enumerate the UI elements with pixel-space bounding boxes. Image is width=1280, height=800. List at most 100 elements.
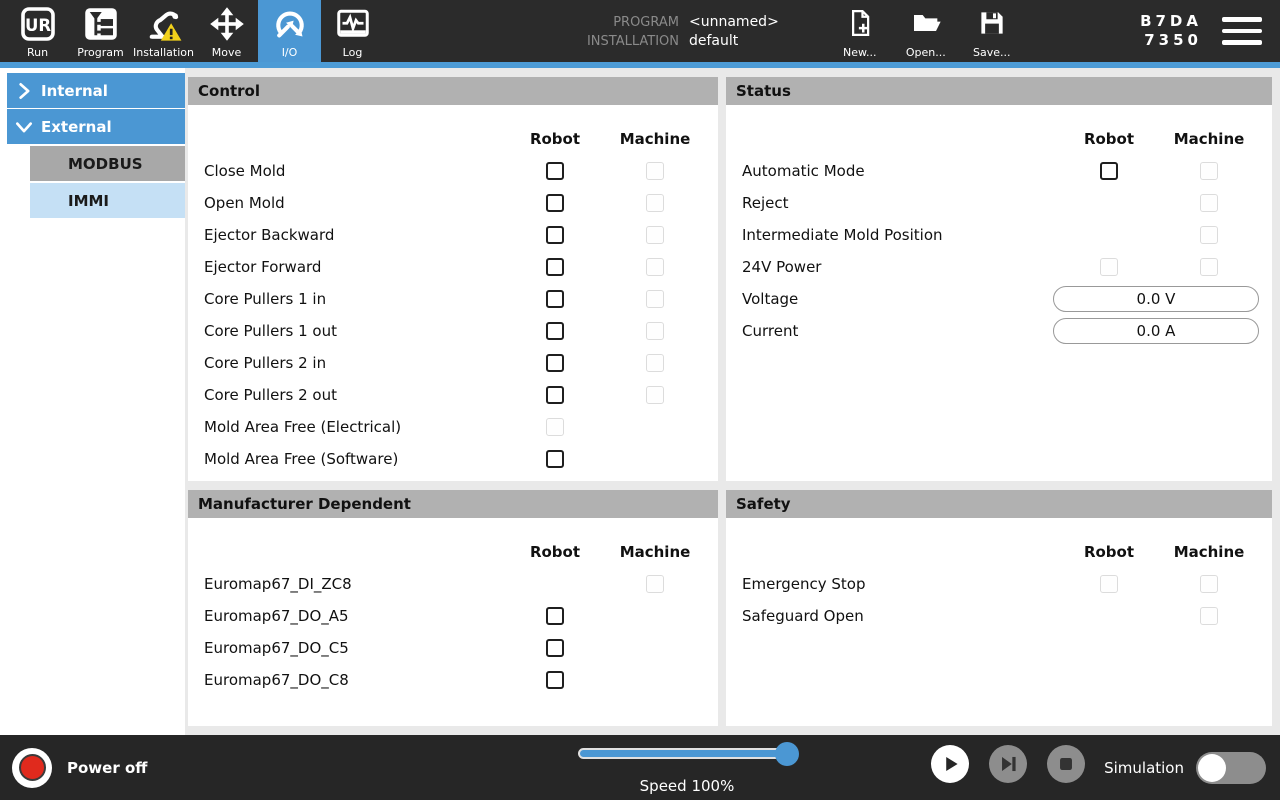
speed-slider[interactable] <box>578 748 796 759</box>
sidebar-item-external[interactable]: External <box>7 109 185 144</box>
machine-column-header: Machine <box>605 543 705 561</box>
robot-checkbox[interactable] <box>546 354 564 372</box>
machine-checkbox <box>646 575 664 593</box>
robot-checkbox[interactable] <box>546 450 564 468</box>
row-label: Intermediate Mold Position <box>742 226 1059 244</box>
simulation-toggle-knob[interactable] <box>1198 754 1226 782</box>
robot-checkbox[interactable] <box>546 671 564 689</box>
robot-cell <box>505 194 605 212</box>
machine-cell <box>1159 226 1259 244</box>
open-program-button[interactable]: Open... <box>900 0 952 62</box>
robot-cell <box>505 386 605 404</box>
machine-checkbox <box>646 162 664 180</box>
row-label: Emergency Stop <box>742 575 1059 593</box>
robot-checkbox[interactable] <box>1100 162 1118 180</box>
robot-cell <box>505 450 605 468</box>
robot-cell <box>505 226 605 244</box>
file-actions: New... Open... Save... <box>834 0 1018 62</box>
power-status-icon[interactable] <box>12 748 52 788</box>
stop-icon <box>1053 751 1079 777</box>
sidebar-item-modbus[interactable]: MODBUS <box>30 146 185 181</box>
io-row: Mold Area Free (Software) <box>204 443 705 475</box>
hamburger-menu-icon[interactable] <box>1222 17 1262 45</box>
machine-checkbox <box>1200 575 1218 593</box>
speed-slider-thumb[interactable] <box>775 742 799 766</box>
value-field: 0.0 V <box>1053 286 1259 312</box>
sidebar-item-internal[interactable]: Internal <box>7 73 185 108</box>
robot-checkbox[interactable] <box>546 194 564 212</box>
row-label: 24V Power <box>742 258 1059 276</box>
step-button[interactable] <box>989 745 1027 783</box>
machine-checkbox <box>646 322 664 340</box>
value-field: 0.0 A <box>1053 318 1259 344</box>
robot-serial-line1: B7DA <box>1140 12 1202 31</box>
tab-io[interactable]: I/O <box>258 0 321 62</box>
tab-installation[interactable]: Installation <box>132 0 195 62</box>
io-row: Intermediate Mold Position <box>742 219 1259 251</box>
panel-manufacturer: Manufacturer Dependent Robot Machine Eur… <box>188 490 718 726</box>
robot-checkbox[interactable] <box>546 639 564 657</box>
robot-checkbox[interactable] <box>546 258 564 276</box>
panel-safety: Safety Robot Machine Emergency StopSafeg… <box>726 490 1272 726</box>
panel-status: Status Robot Machine Automatic ModeRejec… <box>726 77 1272 481</box>
tab-log[interactable]: Log <box>321 0 384 62</box>
new-file-icon <box>845 0 875 46</box>
sidebar-internal-label: Internal <box>41 82 108 100</box>
panel-manufacturer-title: Manufacturer Dependent <box>188 490 718 518</box>
machine-checkbox <box>1200 194 1218 212</box>
robot-checkbox[interactable] <box>546 386 564 404</box>
speed-slider-track[interactable] <box>578 748 796 759</box>
tab-program[interactable]: Program <box>69 0 132 62</box>
machine-cell <box>1159 607 1259 625</box>
row-label: Ejector Forward <box>204 258 505 276</box>
robot-cell <box>505 162 605 180</box>
open-folder-icon <box>910 0 942 46</box>
ur-logo-icon: UR <box>20 0 56 47</box>
machine-cell <box>605 354 705 372</box>
log-monitor-icon <box>335 0 371 47</box>
stop-button[interactable] <box>1047 745 1085 783</box>
machine-checkbox <box>1200 162 1218 180</box>
machine-checkbox <box>646 194 664 212</box>
tab-move[interactable]: Move <box>195 0 258 62</box>
row-label: Core Pullers 2 out <box>204 386 505 404</box>
tab-io-label: I/O <box>282 47 298 59</box>
sidebar-item-immi[interactable]: IMMI <box>30 183 185 218</box>
row-label: Safeguard Open <box>742 607 1059 625</box>
play-icon <box>937 751 963 777</box>
row-label: Euromap67_DO_C8 <box>204 671 505 689</box>
robot-column-header: Robot <box>505 130 605 148</box>
row-label: Mold Area Free (Software) <box>204 450 505 468</box>
new-program-button[interactable]: New... <box>834 0 886 62</box>
robot-checkbox[interactable] <box>546 162 564 180</box>
robot-cell <box>505 354 605 372</box>
machine-checkbox <box>1200 226 1218 244</box>
program-info: PROGRAM <unnamed> INSTALLATION default <box>569 0 779 62</box>
robot-checkbox[interactable] <box>546 607 564 625</box>
tab-run[interactable]: UR Run <box>6 0 69 62</box>
machine-column-header: Machine <box>605 130 705 148</box>
robot-checkbox[interactable] <box>546 322 564 340</box>
machine-checkbox <box>646 226 664 244</box>
robot-checkbox <box>546 418 564 436</box>
open-button-label: Open... <box>906 46 946 59</box>
power-status[interactable]: Power off <box>12 735 147 800</box>
play-button[interactable] <box>931 745 969 783</box>
tab-run-label: Run <box>27 47 48 59</box>
io-row: Emergency Stop <box>742 568 1259 600</box>
save-program-button[interactable]: Save... <box>966 0 1018 62</box>
robot-checkbox[interactable] <box>546 290 564 308</box>
row-label: Reject <box>742 194 1059 212</box>
machine-cell <box>605 258 705 276</box>
machine-cell <box>605 162 705 180</box>
robot-cell <box>1059 258 1159 276</box>
machine-cell <box>1159 162 1259 180</box>
robot-checkbox[interactable] <box>546 226 564 244</box>
io-row: Reject <box>742 187 1259 219</box>
robot-checkbox <box>1100 575 1118 593</box>
panel-control-title: Control <box>188 77 718 105</box>
robot-serial: B7DA 7350 <box>1140 12 1202 50</box>
simulation-toggle[interactable] <box>1196 752 1266 784</box>
tab-installation-label: Installation <box>133 47 194 59</box>
panel-control: Control Robot Machine Close MoldOpen Mol… <box>188 77 718 481</box>
